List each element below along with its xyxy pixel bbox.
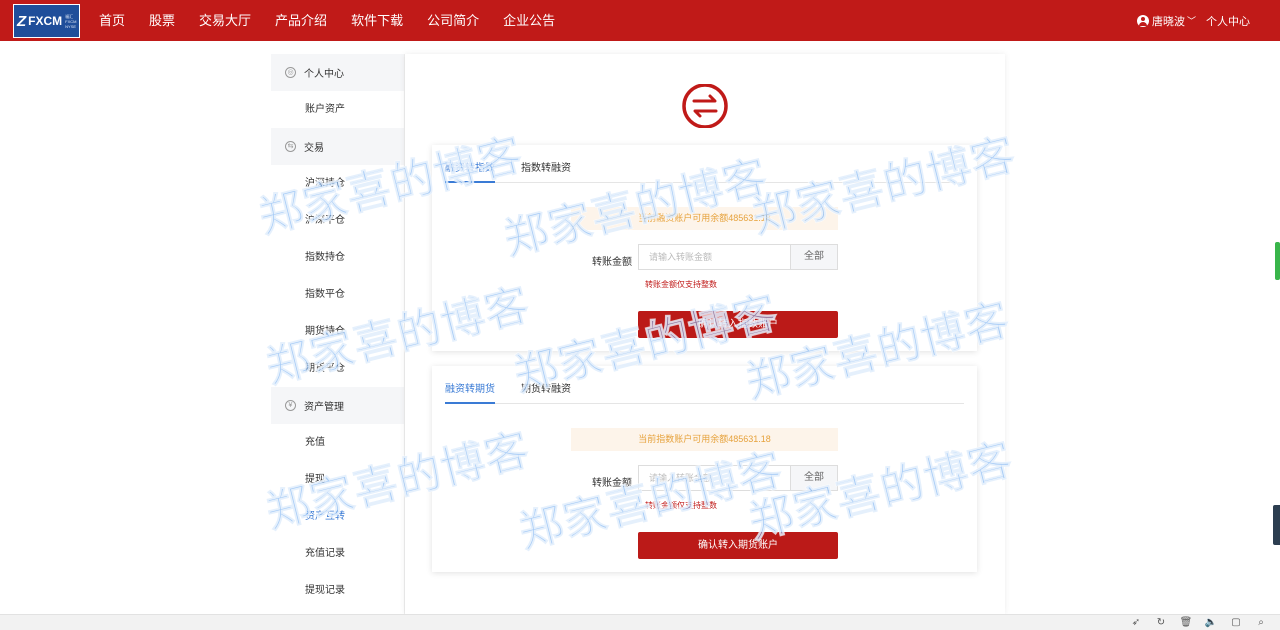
search-icon[interactable]: ⌕ — [1254, 616, 1268, 629]
sidebar-item-withdraw[interactable]: 提现 — [271, 461, 404, 498]
confirm-futures-button[interactable]: 确认转入期货账户 — [638, 532, 838, 559]
all-button[interactable]: 全部 — [790, 465, 838, 491]
transfer-tabs: 融资转期货 期货转融资 — [445, 376, 964, 404]
amount-label: 转账金额 — [592, 478, 632, 489]
avatar-icon[interactable] — [1136, 14, 1149, 27]
all-button[interactable]: 全部 — [790, 244, 838, 270]
nav-products[interactable]: 产品介绍 — [275, 0, 327, 41]
sidebar-item-deposit-records[interactable]: 充值记录 — [271, 535, 404, 572]
chevron-down-icon[interactable]: ﹀ — [1187, 14, 1196, 27]
trash-icon[interactable]: 🗑 — [1179, 616, 1193, 629]
transfer-card-futures: 融资转期货 期货转融资 当前指数账户可用余额485631.18 转账金额 全部 … — [432, 366, 977, 572]
refresh-icon[interactable]: ↻ — [1154, 616, 1168, 629]
confirm-index-button[interactable]: 确认转入指数账户 — [638, 311, 838, 338]
sidebar: ◎ 个人中心 账户资产 ⇆ 交易 沪深持仓 沪深平仓 指数持仓 指数平仓 期货持… — [271, 54, 405, 614]
rocket-icon[interactable]: ➶ — [1129, 616, 1143, 629]
nav-stocks[interactable]: 股票 — [149, 0, 175, 41]
balance-notice: 当前指数账户可用余额485631.18 — [571, 428, 838, 451]
fxcm-logo[interactable]: Z FXCM 福汇 FXCM NYSE — [13, 4, 80, 38]
user-menu: 唐晓波 ﹀ 个人中心 — [1136, 0, 1250, 41]
sidebar-group-personal[interactable]: ◎ 个人中心 — [271, 54, 404, 91]
sidebar-item-deposit[interactable]: 充值 — [271, 424, 404, 461]
browser-status-bar: ➶ ↻ 🗑 🔈 ▢ ⌕ — [0, 614, 1280, 630]
nav-download[interactable]: 软件下载 — [351, 0, 403, 41]
transfer-tabs: 融资转指数 指数转融资 — [445, 155, 964, 183]
integer-hint: 转账金额仅支持整数 — [645, 501, 717, 510]
amount-input[interactable] — [638, 465, 791, 491]
volume-icon[interactable]: 🔈 — [1204, 616, 1218, 629]
sidebar-group-assets[interactable]: ¥ 资产管理 — [271, 387, 404, 424]
main-nav: 首页 股票 交易大厅 产品介绍 软件下载 公司简介 企业公告 — [99, 0, 579, 41]
transfer-icon — [682, 84, 728, 128]
sidebar-group-trading[interactable]: ⇆ 交易 — [271, 128, 404, 165]
user-circle-icon: ◎ — [285, 67, 296, 78]
sidebar-item-futures-positions[interactable]: 期货持仓 — [271, 313, 404, 350]
integer-hint: 转账金额仅支持整数 — [645, 280, 717, 289]
balance-notice: 当前融资账户可用余额485631.18 — [571, 207, 838, 230]
tab-financing-to-futures[interactable]: 融资转期货 — [445, 376, 495, 404]
sidebar-group-label: 交易 — [304, 143, 324, 154]
sidebar-item-index-positions[interactable]: 指数持仓 — [271, 239, 404, 276]
sidebar-item-withdraw-records[interactable]: 提现记录 — [271, 572, 404, 609]
exchange-circle-icon: ⇆ — [285, 141, 296, 152]
amount-label: 转账金额 — [592, 257, 632, 268]
user-center-link[interactable]: 个人中心 — [1206, 13, 1250, 29]
amount-input[interactable] — [638, 244, 791, 270]
yen-circle-icon: ¥ — [285, 400, 296, 411]
tab-futures-to-financing[interactable]: 期货转融资 — [521, 376, 571, 403]
sidebar-group-label: 个人中心 — [304, 69, 344, 80]
sidebar-item-account-assets[interactable]: 账户资产 — [271, 91, 404, 128]
logo-sub-line: NYSE — [65, 23, 77, 29]
sidebar-item-futures-closed[interactable]: 期货平仓 — [271, 350, 404, 387]
sidebar-item-asset-transfer[interactable]: 资产互转 — [271, 498, 404, 535]
nav-trading-hall[interactable]: 交易大厅 — [199, 0, 251, 41]
user-name[interactable]: 唐晓波 — [1152, 13, 1185, 29]
nav-about[interactable]: 公司简介 — [427, 0, 479, 41]
sidebar-group-label: 资产管理 — [304, 402, 344, 413]
nav-home[interactable]: 首页 — [99, 0, 125, 41]
sidebar-item-hs-closed[interactable]: 沪深平仓 — [271, 202, 404, 239]
logo-mark: Z — [17, 12, 27, 30]
top-navbar: Z FXCM 福汇 FXCM NYSE 首页 股票 交易大厅 产品介绍 软件下载… — [0, 0, 1280, 41]
sidebar-item-hs-positions[interactable]: 沪深持仓 — [271, 165, 404, 202]
scroll-indicator[interactable] — [1275, 242, 1280, 280]
logo-sub: 福汇 FXCM NYSE — [65, 14, 76, 29]
transfer-card-index: 融资转指数 指数转融资 当前融资账户可用余额485631.18 转账金额 全部 … — [432, 145, 977, 351]
window-icon[interactable]: ▢ — [1229, 616, 1243, 629]
floating-widget[interactable] — [1273, 505, 1280, 545]
tab-financing-to-index[interactable]: 融资转指数 — [445, 155, 495, 183]
logo-text: FXCM — [28, 14, 63, 28]
nav-announcements[interactable]: 企业公告 — [503, 0, 555, 41]
sidebar-item-index-closed[interactable]: 指数平仓 — [271, 276, 404, 313]
tab-index-to-financing[interactable]: 指数转融资 — [521, 155, 571, 182]
browser-tool-icons: ➶ ↻ 🗑 🔈 ▢ ⌕ — [1118, 616, 1268, 629]
transfer-panel: 融资转指数 指数转融资 当前融资账户可用余额485631.18 转账金额 全部 … — [405, 54, 1005, 614]
